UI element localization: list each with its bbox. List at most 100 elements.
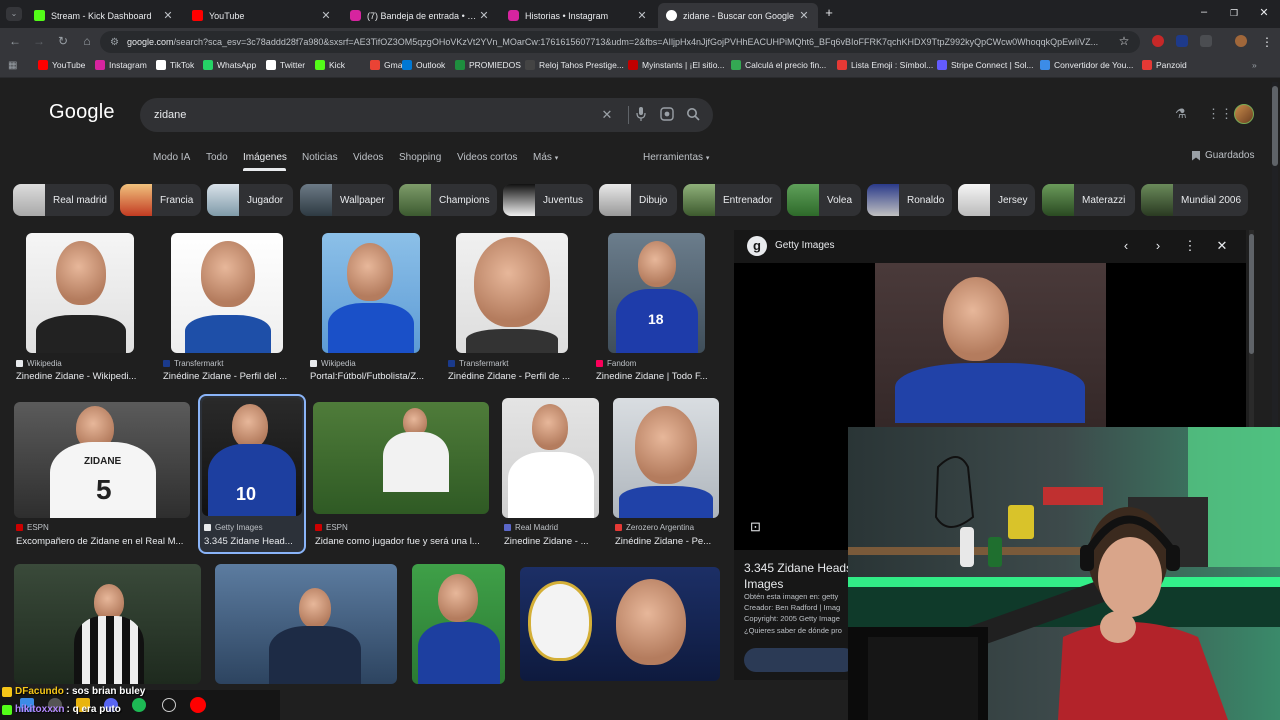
more-options-icon[interactable]: ⋮ [1182, 238, 1198, 254]
lens-icon[interactable]: ⊡ [750, 519, 761, 535]
close-tab-icon[interactable]: ✕ [798, 9, 810, 22]
bookmark-item[interactable]: Lista Emoji : Símbol... [837, 60, 933, 70]
extension-record-icon[interactable] [1152, 35, 1164, 47]
tools-button[interactable]: Herramientas ▾ [643, 152, 709, 163]
result-image[interactable] [520, 567, 720, 681]
result-caption[interactable]: Excompañero de Zidane en el Real M... [16, 536, 194, 547]
close-tab-icon[interactable]: ✕ [478, 9, 490, 22]
result-caption[interactable]: Zinedine Zidane - ... [504, 536, 602, 547]
share-button[interactable] [744, 648, 856, 672]
extensions-puzzle-icon[interactable] [1200, 35, 1212, 47]
close-tab-icon[interactable]: ✕ [636, 9, 648, 22]
suggestion-chip[interactable]: Entrenador [683, 184, 781, 216]
bookmark-item[interactable]: Convertidor de You... [1040, 60, 1133, 70]
bookmark-item[interactable]: Reloj Tahos Prestige... [525, 60, 624, 70]
result-image[interactable] [322, 233, 420, 353]
suggestion-chip[interactable]: Juventus [503, 184, 593, 216]
close-tab-icon[interactable]: ✕ [162, 9, 174, 22]
tab-mas[interactable]: Más ▾ [533, 152, 558, 163]
bookmark-item[interactable]: PROMIEDOS [455, 60, 521, 70]
result-image[interactable] [26, 233, 134, 353]
tab-videos-cortos[interactable]: Videos cortos [457, 152, 517, 163]
close-tab-icon[interactable]: ✕ [320, 9, 332, 22]
browser-tab-instagram-inbox[interactable]: (7) Bandeja de entrada • Chats ✕ [342, 3, 498, 28]
close-window-button[interactable]: ✕ [1256, 6, 1272, 19]
suggestion-chip[interactable]: Mundial 2006 [1141, 184, 1248, 216]
address-bar[interactable]: ⚙ google.com/search?sca_esv=3c78addd28f7… [100, 31, 1140, 53]
saved-button[interactable]: Guardados [1192, 150, 1254, 161]
bookmark-item[interactable]: TikTok [156, 60, 194, 70]
search-input[interactable] [154, 107, 574, 123]
site-info-icon[interactable]: ⚙ [110, 37, 119, 48]
result-caption[interactable]: Zinedine Zidane | Todo F... [596, 371, 721, 382]
scrollbar-thumb[interactable] [1272, 86, 1278, 166]
result-image[interactable]: 18 [608, 233, 705, 353]
tab-imagenes[interactable]: Imágenes [243, 152, 287, 163]
result-caption[interactable]: 3.345 Zidane Head... [204, 536, 304, 547]
tab-videos[interactable]: Videos [353, 152, 383, 163]
result-caption[interactable]: Zinédine Zidane - Perfil del ... [163, 371, 297, 382]
suggestion-chip[interactable]: Jugador [207, 184, 293, 216]
preview-title[interactable]: 3.345 Zidane Heads Images [744, 560, 856, 592]
result-caption[interactable]: Zinédine Zidane - Perfil de ... [448, 371, 582, 382]
suggestion-chip[interactable]: Wallpaper [300, 184, 393, 216]
bookmark-item[interactable]: Instagram [95, 60, 147, 70]
new-tab-button[interactable]: + [821, 5, 837, 20]
more-bookmarks-icon[interactable]: » [1252, 60, 1257, 70]
obs-icon[interactable] [162, 698, 176, 712]
tab-todo[interactable]: Todo [206, 152, 228, 163]
account-avatar[interactable] [1234, 104, 1254, 124]
bookmark-item[interactable]: Stripe Connect | Sol... [937, 60, 1034, 70]
profile-avatar-icon[interactable] [1235, 35, 1247, 47]
result-image[interactable] [456, 233, 568, 353]
bookmark-item[interactable]: Kick [315, 60, 345, 70]
tab-shopping[interactable]: Shopping [399, 152, 441, 163]
browser-menu-icon[interactable]: ⋮ [1260, 35, 1274, 49]
suggestion-chip[interactable]: Francia [120, 184, 201, 216]
bookmark-item[interactable]: Twitter [266, 60, 305, 70]
preview-meta-line[interactable]: ¿Quieres saber de dónde pro [744, 626, 856, 635]
back-arrow-icon[interactable]: ← [8, 34, 22, 48]
browser-tab-google-search[interactable]: zidane - Buscar con Google ✕ [658, 3, 818, 28]
clear-search-icon[interactable]: ✕ [599, 107, 615, 123]
result-image[interactable]: ZIDANE 5 [14, 402, 190, 518]
bookmark-star-icon[interactable]: ☆ [1117, 34, 1131, 48]
result-image[interactable]: 10 [202, 398, 302, 516]
scrollbar-thumb[interactable] [1249, 234, 1254, 354]
suggestion-chip[interactable]: Champions [399, 184, 497, 216]
result-caption[interactable]: Zinédine Zidane - Pe... [615, 536, 723, 547]
bookmark-item[interactable]: Panzoid [1142, 60, 1187, 70]
search-icon[interactable] [685, 107, 701, 124]
tab-search-icon[interactable]: ⌄ [6, 7, 22, 21]
bookmark-item[interactable]: YouTube [38, 60, 85, 70]
bookmark-item[interactable]: WhatsApp [203, 60, 256, 70]
result-caption[interactable]: Zidane como jugador fue y será una l... [315, 536, 493, 547]
preview-site-name[interactable]: Getty Images [775, 240, 834, 251]
result-caption[interactable]: Portal:Fútbol/Futbolista/Z... [310, 371, 435, 382]
lens-search-icon[interactable] [659, 107, 675, 124]
result-image[interactable] [502, 398, 599, 518]
result-image[interactable] [215, 564, 397, 684]
suggestion-chip[interactable]: Jersey [958, 184, 1035, 216]
tab-noticias[interactable]: Noticias [302, 152, 338, 163]
maximize-button[interactable]: ❐ [1226, 8, 1242, 19]
result-image[interactable] [613, 398, 719, 518]
result-image[interactable] [412, 564, 505, 684]
bookmark-item[interactable]: Calculá el precio fin... [731, 60, 826, 70]
forward-arrow-icon[interactable]: → [32, 34, 46, 48]
browser-tab-youtube[interactable]: YouTube ✕ [184, 3, 340, 28]
bookmark-item[interactable]: Gmail [370, 60, 406, 70]
result-image[interactable] [313, 402, 489, 514]
tab-modo-ia[interactable]: Modo IA [153, 152, 190, 163]
extension-translate-icon[interactable] [1176, 35, 1188, 47]
suggestion-chip[interactable]: Dibujo [599, 184, 677, 216]
spotify-icon[interactable] [132, 698, 146, 712]
browser-tab-kick[interactable]: Stream - Kick Dashboard ✕ [26, 3, 182, 28]
bookmark-item[interactable]: Myinstants | ¡El sitio... [628, 60, 725, 70]
result-image[interactable] [171, 233, 283, 353]
search-box[interactable]: ✕ [140, 98, 713, 132]
close-icon[interactable]: ✕ [1214, 238, 1230, 254]
result-caption[interactable]: Zinedine Zidane - Wikipedi... [16, 371, 150, 382]
youtube-icon[interactable] [190, 697, 206, 713]
google-apps-icon[interactable]: ⋮⋮ [1207, 106, 1233, 122]
